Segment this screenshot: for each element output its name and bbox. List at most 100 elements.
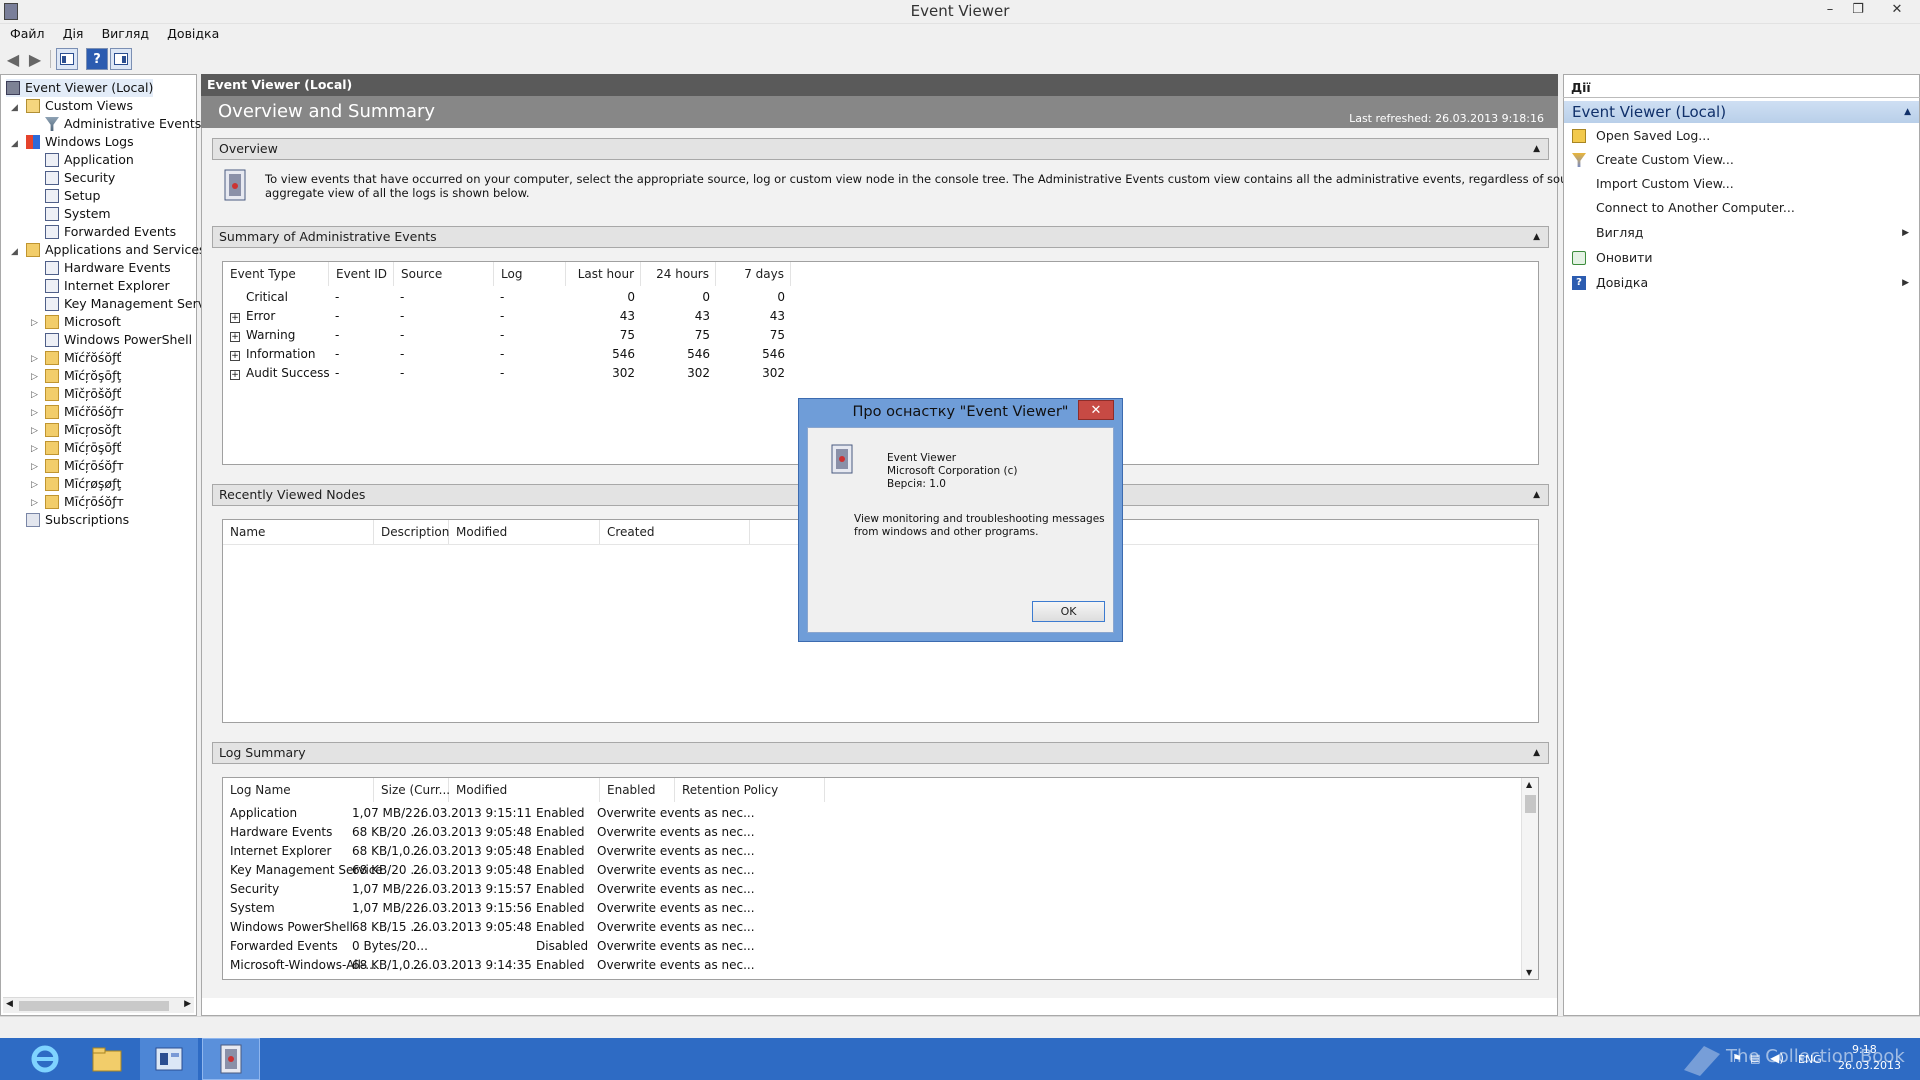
scroll-down-icon[interactable]: ▼ bbox=[1526, 968, 1532, 977]
collapse-caret-icon[interactable]: ▲ bbox=[1904, 101, 1911, 123]
internet-explorer-icon[interactable] bbox=[16, 1038, 74, 1080]
tree-item-internet-explorer[interactable]: Internet Explorer bbox=[45, 277, 170, 295]
column-header-modified[interactable]: Modified bbox=[449, 778, 600, 802]
scroll-thumb[interactable] bbox=[1525, 795, 1536, 813]
collapse-caret-icon[interactable]: ▲ bbox=[1533, 743, 1540, 763]
close-button[interactable]: ✕ bbox=[1880, 0, 1914, 22]
column-header-description[interactable]: Description bbox=[374, 520, 449, 544]
column-header-size[interactable]: Size (Curr... bbox=[374, 778, 450, 802]
section-log-summary-header[interactable]: Log Summary ▲ bbox=[212, 742, 1549, 764]
log-summary-row[interactable]: Hardware Events 68 KB/20 ... 26.03.2013 9:… bbox=[223, 823, 1513, 842]
column-header-enabled[interactable]: Enabled bbox=[600, 778, 675, 802]
column-header-log-name[interactable]: Log Name bbox=[223, 778, 374, 802]
tree-item-applications-and-services[interactable]: Applications and Services Lo bbox=[26, 241, 224, 259]
summary-row[interactable]: + Warning - - - 75 75 75 bbox=[223, 326, 823, 345]
expand-arrow-icon[interactable]: ▷ bbox=[31, 426, 38, 436]
tree-item-forwarded-events[interactable]: Forwarded Events bbox=[45, 223, 176, 241]
column-header-source[interactable]: Source bbox=[394, 262, 494, 286]
tree-item-application[interactable]: Application bbox=[45, 151, 134, 169]
tree-item-microsoft-folder[interactable]: Mīćŗōśŏƒт bbox=[45, 457, 124, 475]
log-summary-row[interactable]: Key Management Service 68 KB/20 ... 26.03.… bbox=[223, 861, 1513, 880]
action-import-custom-view[interactable]: Import Custom View... bbox=[1564, 174, 1919, 194]
back-arrow-icon[interactable]: ◀ bbox=[2, 48, 24, 70]
tree-item-security[interactable]: Security bbox=[45, 169, 115, 187]
scroll-up-icon[interactable]: ▲ bbox=[1526, 780, 1532, 789]
collapse-caret-icon[interactable]: ▲ bbox=[1533, 139, 1540, 159]
clock-date[interactable]: 26.03.2013 bbox=[1838, 1059, 1901, 1072]
expand-arrow-icon[interactable]: ▷ bbox=[31, 498, 38, 508]
expand-plus-icon[interactable]: + bbox=[230, 332, 240, 342]
volume-icon[interactable]: ◀) bbox=[1770, 1051, 1784, 1065]
tree-item-subscriptions[interactable]: Subscriptions bbox=[26, 511, 129, 529]
column-header-log[interactable]: Log bbox=[494, 262, 566, 286]
expand-arrow-icon[interactable]: ▷ bbox=[31, 390, 38, 400]
action-help[interactable]: ? Довідка ▶ bbox=[1564, 273, 1919, 293]
expand-plus-icon[interactable]: + bbox=[230, 370, 240, 380]
section-summary-header[interactable]: Summary of Administrative Events ▲ bbox=[212, 226, 1549, 248]
menu-file[interactable]: Файл bbox=[3, 24, 52, 44]
expand-arrow-icon[interactable]: ▷ bbox=[31, 462, 38, 472]
column-header-event-id[interactable]: Event ID bbox=[329, 262, 394, 286]
minimize-button[interactable]: – bbox=[1816, 0, 1844, 22]
summary-row[interactable]: Critical - - - 0 0 0 bbox=[223, 288, 823, 307]
summary-row[interactable]: + Audit Success - - -302 302 302 bbox=[223, 364, 823, 383]
tree-item-windows-powershell[interactable]: Windows PowerShell bbox=[45, 331, 192, 349]
collapse-caret-icon[interactable]: ▲ bbox=[1533, 227, 1540, 247]
menu-view[interactable]: Вигляд bbox=[95, 24, 156, 44]
expand-arrow-icon[interactable]: ▷ bbox=[31, 480, 38, 490]
column-header-created[interactable]: Created bbox=[600, 520, 750, 544]
tree-item-microsoft-folder[interactable]: Mīćřōśŏƒт bbox=[45, 403, 124, 421]
server-manager-icon[interactable] bbox=[140, 1038, 198, 1080]
expand-arrow-icon[interactable]: ▷ bbox=[31, 372, 38, 382]
tree-item-microsoft-folder[interactable]: Mīcŗosŏƒt bbox=[45, 421, 121, 439]
expand-arrow-icon[interactable]: ▷ bbox=[31, 318, 38, 328]
dialog-close-button[interactable]: ✕ bbox=[1078, 400, 1114, 420]
tree-item-microsoft-folder[interactable]: Mīčŗōšŏƒť bbox=[45, 385, 121, 403]
tree-item-system[interactable]: System bbox=[45, 205, 111, 223]
expand-plus-icon[interactable]: + bbox=[230, 351, 240, 361]
expand-arrow-icon[interactable]: ▷ bbox=[31, 408, 38, 418]
expand-arrow-icon[interactable]: ▷ bbox=[31, 354, 38, 364]
log-summary-row[interactable]: Windows PowerShell 68 KB/15 ... 26.03.2013… bbox=[223, 918, 1513, 937]
ok-button[interactable]: OK bbox=[1032, 601, 1105, 622]
log-summary-row[interactable]: System 1,07 MB/2... 26.03.2013 9:15:56 Enab… bbox=[223, 899, 1513, 918]
column-header-24-hours[interactable]: 24 hours bbox=[641, 262, 716, 286]
event-viewer-taskbar-icon[interactable] bbox=[202, 1038, 260, 1080]
column-header-7-days[interactable]: 7 days bbox=[716, 262, 791, 286]
tree-item-microsoft-folder[interactable]: Mĭćřŏśŏƒť bbox=[45, 349, 121, 367]
collapse-caret-icon[interactable]: ▲ bbox=[1533, 485, 1540, 505]
action-open-saved-log[interactable]: Open Saved Log... bbox=[1564, 126, 1919, 146]
tree-horizontal-scrollbar[interactable]: ◀ ▶ bbox=[3, 997, 194, 1013]
tree-item-microsoft-folder[interactable]: Mīćŗŏşōƒţ bbox=[45, 367, 121, 385]
tree-item-windows-logs[interactable]: Windows Logs bbox=[26, 133, 134, 151]
tree-item-microsoft-folder[interactable]: Mīćŗōşōƒť bbox=[45, 439, 121, 457]
column-header-event-type[interactable]: Event Type bbox=[223, 262, 329, 286]
tree-item-hardware-events[interactable]: Hardware Events bbox=[45, 259, 171, 277]
flag-icon[interactable]: ⚑ bbox=[1732, 1052, 1742, 1065]
expand-plus-icon[interactable]: + bbox=[230, 313, 240, 323]
column-header-modified[interactable]: Modified bbox=[449, 520, 600, 544]
tree-item-microsoft-folder[interactable]: Mīćŗōśŏƒт bbox=[45, 493, 124, 511]
network-icon[interactable]: ▤ bbox=[1750, 1052, 1760, 1065]
restore-button[interactable]: ❐ bbox=[1844, 0, 1872, 22]
column-header-retention-policy[interactable]: Retention Policy bbox=[675, 778, 825, 802]
column-header-name[interactable]: Name bbox=[223, 520, 374, 544]
tree-item-custom-views[interactable]: Custom Views bbox=[26, 97, 133, 115]
expand-arrow-icon[interactable]: ▷ bbox=[31, 444, 38, 454]
action-refresh[interactable]: Оновити bbox=[1564, 248, 1919, 268]
help-icon[interactable]: ? bbox=[86, 48, 108, 70]
section-overview-header[interactable]: Overview ▲ bbox=[212, 138, 1549, 160]
tree-item-microsoft[interactable]: Microsoft bbox=[45, 313, 121, 331]
show-hide-action-pane-icon[interactable] bbox=[110, 48, 132, 70]
forward-arrow-icon[interactable]: ▶ bbox=[24, 48, 46, 70]
scroll-thumb[interactable] bbox=[19, 1001, 169, 1011]
collapse-arrow-icon[interactable]: ◢ bbox=[11, 139, 18, 149]
language-indicator[interactable]: ENG bbox=[1798, 1053, 1822, 1066]
tree-item-event-viewer-local[interactable]: Event Viewer (Local) bbox=[6, 79, 154, 97]
show-hide-console-tree-icon[interactable] bbox=[56, 48, 78, 70]
tree-item-microsoft-folder[interactable]: Mīćŗøşøƒţ bbox=[45, 475, 121, 493]
log-summary-row[interactable]: Forwarded Events 0 Bytes/20... Disabled Ove… bbox=[223, 937, 1513, 956]
menu-action[interactable]: Дія bbox=[56, 24, 91, 44]
menu-help[interactable]: Довідка bbox=[160, 24, 226, 44]
action-connect-another-computer[interactable]: Connect to Another Computer... bbox=[1564, 198, 1919, 218]
